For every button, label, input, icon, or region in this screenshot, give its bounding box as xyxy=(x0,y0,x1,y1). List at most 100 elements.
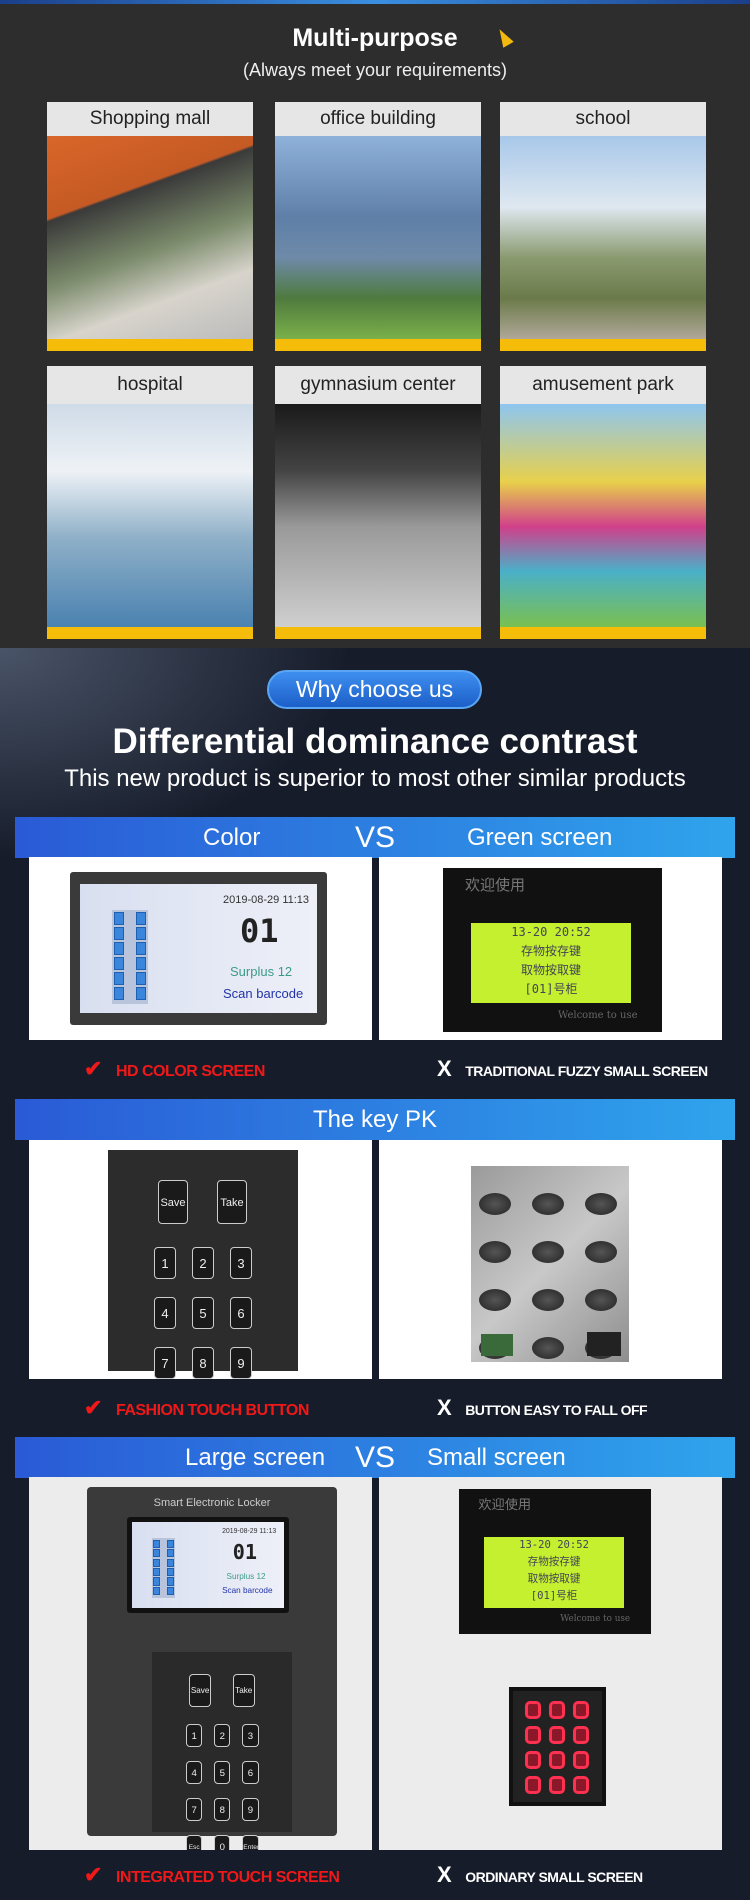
key-9[interactable]: 9 xyxy=(230,1347,252,1379)
key-7[interactable]: 7 xyxy=(186,1797,203,1822)
card-label: Shopping mall xyxy=(47,102,253,136)
green-screen: 13-20 20:52 存物按存键 取物按取键 [01]号柜 xyxy=(471,923,631,1003)
metal-key xyxy=(479,1241,511,1263)
check-icon: ✔ xyxy=(84,1395,102,1420)
card-photo xyxy=(500,136,706,339)
key-6[interactable]: 6 xyxy=(242,1760,259,1785)
key-3[interactable]: 3 xyxy=(242,1723,259,1748)
device-title: Smart Electronic Locker xyxy=(153,1497,271,1509)
metal-key xyxy=(585,1241,617,1263)
metal-key xyxy=(532,1241,564,1263)
save-key[interactable]: Save xyxy=(158,1180,188,1224)
red-key xyxy=(573,1776,589,1794)
check-icon: ✔ xyxy=(84,1862,102,1887)
key-esc[interactable]: Esc xyxy=(186,1834,203,1850)
comparison-bar-key: The key PK xyxy=(15,1099,735,1140)
left-title: Color xyxy=(203,824,261,851)
key-1[interactable]: 1 xyxy=(186,1723,203,1748)
good-caption: ✔ HD COLOR SCREEN xyxy=(84,1056,265,1081)
card-label: amusement park xyxy=(500,366,706,404)
welcome-en: Welcome to use xyxy=(558,1010,638,1021)
key-4[interactable]: 4 xyxy=(154,1297,176,1329)
card-accent-bar xyxy=(47,339,253,351)
x-icon: X xyxy=(437,1862,452,1887)
key-8[interactable]: 8 xyxy=(214,1797,231,1822)
card-accent-bar xyxy=(500,339,706,351)
key-2[interactable]: 2 xyxy=(214,1723,231,1748)
card-accent-bar xyxy=(500,627,706,639)
color-lcd: 2019-08-29 11:13 01 Surplus 12 Scan barc… xyxy=(127,1517,289,1613)
large-screen-panel: Smart Electronic Locker 2019-08-29 11:13… xyxy=(29,1477,372,1850)
welcome-en: Welcome to use xyxy=(560,1613,631,1624)
bad-caption: X ORDINARY SMALL SCREEN xyxy=(437,1862,643,1887)
usage-card: school xyxy=(500,102,706,351)
red-key xyxy=(549,1726,565,1744)
key-1[interactable]: 1 xyxy=(154,1247,176,1279)
right-title: Green screen xyxy=(467,824,613,851)
usage-card: Shopping mall xyxy=(47,102,253,351)
good-caption: ✔ FASHION TOUCH BUTTON xyxy=(84,1395,309,1420)
key-0[interactable]: 0 xyxy=(214,1834,231,1850)
x-icon: X xyxy=(437,1056,452,1081)
red-key xyxy=(549,1751,565,1769)
key-enter[interactable]: Enter xyxy=(242,1834,259,1850)
red-key xyxy=(525,1701,541,1719)
locker-device: Smart Electronic Locker 2019-08-29 11:13… xyxy=(87,1487,337,1850)
small-screen-panel: 欢迎使用 13-20 20:52 存物按存键 取物按取键 [01]号柜 Welcome… xyxy=(379,1477,722,1850)
comparison-subtitle: This new product is superior to most oth… xyxy=(64,765,686,792)
x-icon: X xyxy=(437,1395,452,1420)
key-7[interactable]: 7 xyxy=(154,1347,176,1379)
color-screen-panel: 2019-08-29 11:13 01 Surplus 12 Scan barc… xyxy=(29,857,372,1040)
section-title: Multi-purpose xyxy=(292,24,458,52)
key-8[interactable]: 8 xyxy=(192,1347,214,1379)
key-3[interactable]: 3 xyxy=(230,1247,252,1279)
key-5[interactable]: 5 xyxy=(214,1760,231,1785)
metal-keypad-panel xyxy=(379,1140,722,1379)
red-keypad xyxy=(509,1687,606,1806)
bad-caption: X TRADITIONAL FUZZY SMALL SCREEN xyxy=(437,1056,708,1081)
green-key xyxy=(481,1334,513,1356)
lcd-number: 01 xyxy=(240,912,279,950)
metal-key xyxy=(532,1193,564,1215)
card-label: office building xyxy=(275,102,481,136)
left-title: Large screen xyxy=(185,1444,326,1471)
check-icon: ✔ xyxy=(84,1056,102,1081)
key-5[interactable]: 5 xyxy=(192,1297,214,1329)
card-photo xyxy=(275,136,481,339)
right-title: Small screen xyxy=(427,1444,566,1471)
vs-label: VS xyxy=(355,1441,396,1474)
metal-keypad xyxy=(471,1166,629,1362)
lcd-surplus: Surplus 12 xyxy=(230,964,293,979)
green-screen: 13-20 20:52 存物按存键 取物按取键 [01]号柜 xyxy=(483,1537,625,1608)
lcd-surplus: Surplus 12 xyxy=(226,1572,266,1582)
lcd-scan: Scan barcode xyxy=(222,1586,273,1596)
metal-key xyxy=(532,1337,564,1359)
top-accent-line xyxy=(0,0,750,4)
lcd-datetime: 2019-08-29 11:13 xyxy=(222,1528,277,1536)
comparison-bar-screen: Large screen VS Small screen xyxy=(15,1437,735,1478)
card-accent-bar xyxy=(275,339,481,351)
card-label: gymnasium center xyxy=(275,366,481,404)
metal-key xyxy=(479,1193,511,1215)
metal-key xyxy=(479,1289,511,1311)
card-photo xyxy=(275,404,481,627)
green-screen-panel: 欢迎使用 13-20 20:52 存物按存键 取物按取键 [01]号柜 Welcome… xyxy=(379,857,722,1040)
vs-label: VS xyxy=(355,821,396,854)
key-2[interactable]: 2 xyxy=(192,1247,214,1279)
key-4[interactable]: 4 xyxy=(186,1760,203,1785)
metal-key xyxy=(585,1193,617,1215)
comparison-title: Differential dominance contrast xyxy=(112,722,638,761)
take-key[interactable]: Take xyxy=(232,1674,255,1707)
locker-illustration xyxy=(112,910,148,1004)
welcome-cn: 欢迎使用 xyxy=(465,876,526,894)
key-6[interactable]: 6 xyxy=(230,1297,252,1329)
red-key xyxy=(573,1751,589,1769)
card-photo xyxy=(500,404,706,627)
touch-keypad-panel: Save Take123456789Esc0Enter xyxy=(29,1140,372,1379)
card-accent-bar xyxy=(275,627,481,639)
key-9[interactable]: 9 xyxy=(242,1797,259,1822)
usage-card: amusement park xyxy=(500,366,706,639)
color-lcd: 2019-08-29 11:13 01 Surplus 12 Scan barc… xyxy=(70,872,327,1025)
save-key[interactable]: Save xyxy=(189,1674,212,1707)
take-key[interactable]: Take xyxy=(217,1180,247,1224)
